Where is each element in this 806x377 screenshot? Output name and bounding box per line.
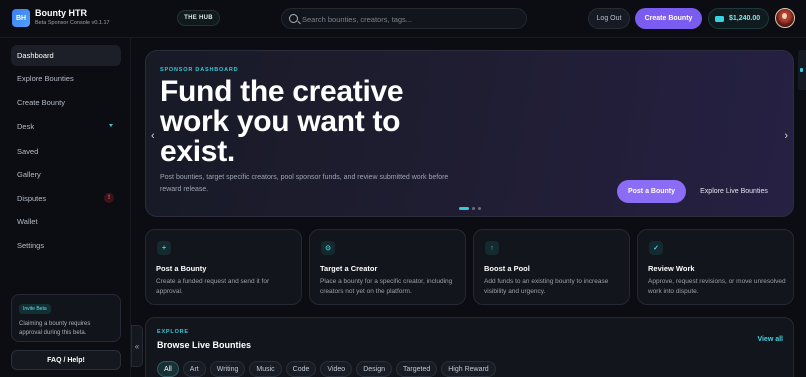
chevron-down-icon [109,124,113,127]
action-card-target-creator[interactable]: ⊙ Target a Creator Place a bounty for a … [309,229,466,305]
filter-chip-high-reward[interactable]: High Reward [441,361,496,377]
sidebar: Dashboard Explore Bounties Create Bounty… [0,38,131,377]
card-title: Post a Bounty [156,264,207,273]
filter-chip-code[interactable]: Code [285,361,317,377]
sidebar-item-create-bounty[interactable]: Create Bounty [11,92,121,113]
app-title: Bounty HTR [35,8,87,18]
filter-chip-targeted[interactable]: Targeted [395,361,438,377]
sidebar-item-label: Explore Bounties [17,74,74,83]
sidebar-item-label: Desk [17,122,35,131]
filter-chip-art[interactable]: Art [182,361,206,377]
invite-beta-card: Invite Beta Claiming a bounty requires a… [11,294,121,342]
app-logo[interactable]: BH [12,9,30,27]
sidebar-item-settings[interactable]: Settings [11,235,121,256]
post-bounty-button[interactable]: Post a Bounty [617,180,686,203]
sidebar-item-saved[interactable]: Saved [11,141,121,162]
plus-icon: + [157,241,171,255]
filter-chip-writing[interactable]: Writing [209,361,246,377]
avatar[interactable] [775,8,795,28]
explore-live-bounties-button[interactable]: Explore Live Bounties [696,180,772,203]
chevron-left-icon[interactable]: ‹ [151,130,155,142]
carousel-dot[interactable] [478,207,481,210]
search-input[interactable] [302,12,517,26]
filter-chip-design[interactable]: Design [356,361,392,377]
sidebar-item-label: Saved [17,147,39,156]
category-filter-chips: All Art Writing Music Code Video Design Targete… [157,361,496,377]
wallet-balance[interactable]: $1,240.00 [708,8,769,29]
sidebar-item-explore-bounties[interactable]: Explore Bounties [11,68,121,89]
filter-chip-video[interactable]: Video [320,361,353,377]
browse-title: Browse Live Bounties [157,340,252,350]
wallet-icon [715,16,724,22]
invite-beta-text: Claiming a bounty requires approval duri… [19,321,91,336]
balance-amount: $1,240.00 [729,15,761,22]
search-icon [289,14,298,23]
card-description: Approve, request revisions, or move unre… [648,278,786,295]
filter-chip-all[interactable]: All [157,361,179,377]
create-bounty-button[interactable]: Create Bounty [635,8,702,29]
sidebar-item-wallet[interactable]: Wallet [11,211,121,232]
logout-button[interactable]: Log Out [588,8,630,29]
card-description: Create a funded request and send it for … [156,278,270,295]
carousel-dot[interactable] [459,207,469,210]
alert-badge: ! [104,193,114,203]
sidebar-item-label: Wallet [17,217,38,226]
chevron-right-icon[interactable]: › [784,130,788,142]
card-title: Target a Creator [320,264,378,273]
sidebar-item-gallery[interactable]: Gallery [11,164,121,185]
card-title: Review Work [648,264,695,273]
the-hub-button[interactable]: THE HUB [177,10,220,26]
action-card-post-bounty[interactable]: + Post a Bounty Create a funded request … [145,229,302,305]
check-icon: ✓ [649,241,663,255]
hero-banner: SPONSOR DASHBOARD Fund the creative work… [145,50,794,217]
top-bar: BH Bounty HTR Beta Sponsor Console v0.1.… [0,0,806,38]
browse-bounties-section: EXPLORE Browse Live Bounties View all Al… [145,317,794,377]
side-scroll-handle[interactable] [798,50,806,90]
carousel-dots [459,207,481,210]
arrow-up-icon: ↑ [485,241,499,255]
sidebar-item-label: Dashboard [17,51,54,60]
sidebar-item-disputes[interactable]: Disputes! [11,188,121,209]
app-version: Beta Sponsor Console v0.1.17 [35,20,110,26]
search-bar[interactable] [281,8,527,29]
action-card-review-work[interactable]: ✓ Review Work Approve, request revisions… [637,229,794,305]
filter-chip-music[interactable]: Music [249,361,282,377]
sidebar-item-label: Disputes [17,194,47,203]
action-card-boost-pool[interactable]: ↑ Boost a Pool Add funds to an existing … [473,229,630,305]
sidebar-item-desk[interactable]: Desk [11,116,121,137]
card-description: Add funds to an existing bounty to incre… [484,278,609,295]
hero-kicker: SPONSOR DASHBOARD [160,67,239,73]
card-description: Place a bounty for a specific creator, i… [320,278,453,295]
hero-title: Fund the creative work you want to exist… [160,75,404,168]
invite-beta-tag: Invite Beta [19,304,51,314]
sidebar-item-label: Gallery [17,170,41,179]
sidebar-item-dashboard[interactable]: Dashboard [11,45,121,66]
target-icon: ⊙ [321,241,335,255]
sidebar-item-label: Settings [17,241,45,250]
collapse-sidebar-button[interactable]: « [131,325,143,367]
view-all-link[interactable]: View all [757,336,783,343]
card-title: Boost a Pool [484,264,530,273]
sidebar-item-label: Create Bounty [17,98,65,107]
carousel-dot[interactable] [472,207,475,210]
browse-kicker: EXPLORE [157,329,189,335]
faq-help-button[interactable]: FAQ / Help! [11,350,121,370]
hero-description: Post bounties, target specific creators,… [160,174,449,193]
